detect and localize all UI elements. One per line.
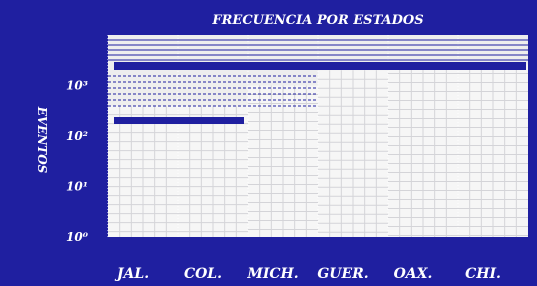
band-bar [114, 62, 526, 70]
y-axis-label: EVENTOS [35, 106, 49, 174]
x-category-label: CHI. [465, 266, 501, 282]
y-tick-label: 10⁰ [66, 230, 89, 244]
band-bar [114, 117, 244, 124]
x-axis-categories: JAL. COL. MICH. GUER. OAX. CHI. [114, 266, 501, 282]
x-category-label: JAL. [114, 266, 149, 282]
x-category-label: MICH. [246, 266, 298, 282]
chart-title: FRECUENCIA POR ESTADOS [211, 13, 423, 28]
x-category-label: GUER. [317, 266, 368, 282]
y-tick-label: 10¹ [66, 180, 88, 194]
chart: FRECUENCIA POR ESTADOS EVENTOS 10⁰ 10¹ 10²… [0, 0, 537, 286]
chart-svg: FRECUENCIA POR ESTADOS EVENTOS 10⁰ 10¹ 10²… [35, 13, 528, 282]
x-category-label: OAX. [394, 266, 433, 282]
x-category-label: COL. [184, 266, 222, 282]
y-axis-ticks: 10⁰ 10¹ 10² 10³ [66, 79, 89, 245]
y-tick-label: 10² [66, 129, 88, 143]
y-tick-label: 10³ [66, 79, 88, 93]
plot-area [107, 35, 528, 237]
